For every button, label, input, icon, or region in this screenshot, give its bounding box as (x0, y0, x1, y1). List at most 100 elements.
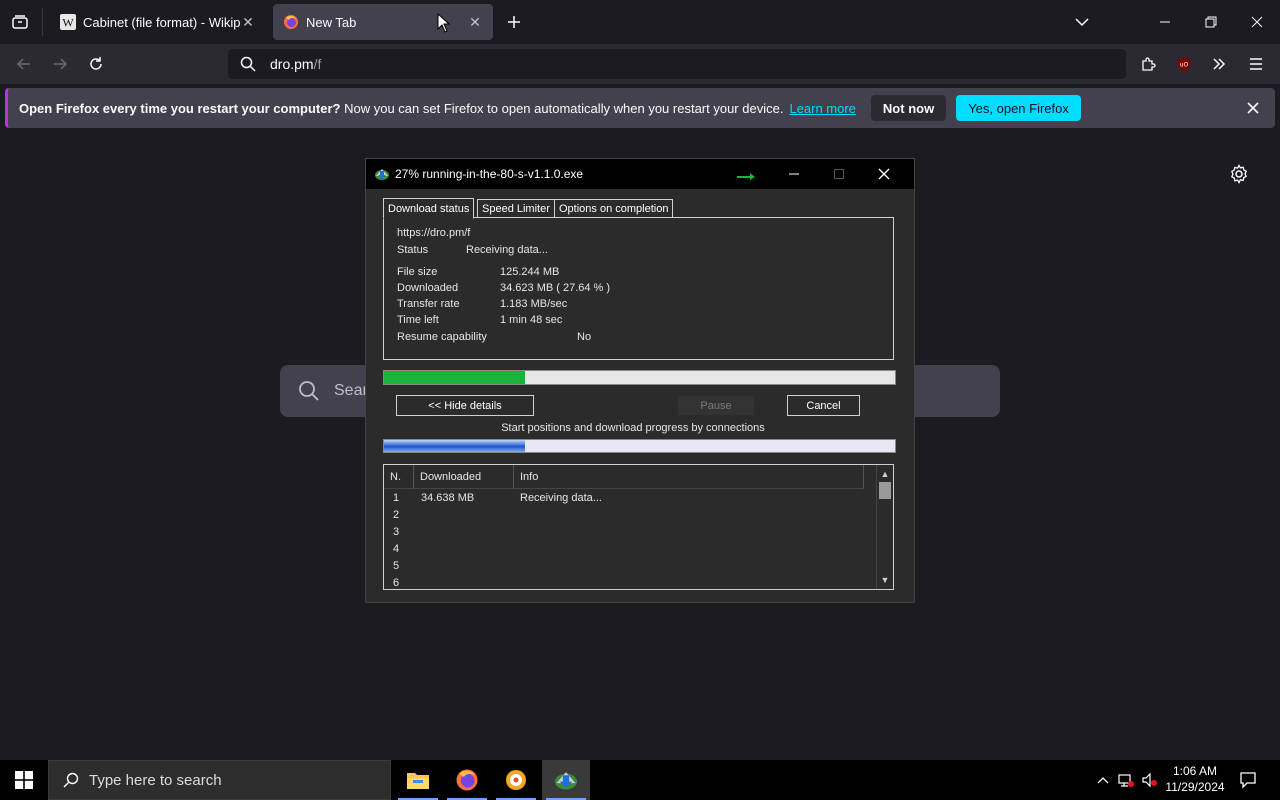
address-bar[interactable]: dro.pm/f (228, 49, 1126, 79)
network-icon (1118, 774, 1134, 787)
scroll-down-arrow-icon[interactable]: ▼ (877, 573, 893, 587)
cancel-button[interactable]: Cancel (787, 395, 860, 416)
firefox-icon (456, 769, 478, 791)
tab-list-icon (12, 15, 28, 29)
tab-wikipedia[interactable]: W Cabinet (file format) - Wikipedia ✕ (50, 4, 266, 40)
forward-button[interactable] (46, 50, 74, 78)
tab-strip: W Cabinet (file format) - Wikipedia ✕ Ne… (0, 0, 1280, 44)
connections-progress-fill (384, 440, 526, 452)
taskbar-file-explorer[interactable] (394, 760, 442, 800)
forward-arrow-icon (54, 58, 68, 70)
gear-icon[interactable] (1228, 163, 1250, 185)
tab-title: Cabinet (file format) - Wikipedia (83, 14, 240, 30)
back-arrow-icon (16, 58, 30, 70)
transfer-rate-label: Transfer rate (397, 298, 460, 310)
hamburger-menu-icon (1250, 58, 1262, 70)
system-clock[interactable]: 1:06 AM 11/29/2024 (1160, 763, 1230, 797)
minimize-dialog-button[interactable] (774, 161, 814, 187)
dialog-body: Download status Speed Limiter Options on… (366, 189, 914, 602)
action-center-button[interactable] (1236, 768, 1260, 792)
connection-number: 4 (393, 543, 400, 555)
hide-details-button[interactable]: << Hide details (396, 395, 534, 416)
application-menu-button[interactable] (1242, 50, 1270, 78)
show-hidden-icons-button[interactable] (1093, 770, 1113, 790)
back-button[interactable] (10, 50, 38, 78)
volume-button[interactable] (1140, 770, 1160, 790)
dialog-title: 27% running-in-the-80-s-v1.1.0.exe (395, 167, 584, 181)
close-notification-button[interactable] (1243, 98, 1263, 118)
windows-logo-icon (15, 771, 33, 789)
media-app-icon (506, 770, 526, 790)
table-row[interactable]: 3 (384, 524, 864, 541)
table-row[interactable]: 1 34.638 MB Receiving data... (384, 490, 864, 507)
minimize-window-button[interactable] (1149, 8, 1181, 36)
table-scrollbar[interactable]: ▲ ▼ (876, 465, 893, 589)
tab-speed-limiter[interactable]: Speed Limiter (477, 199, 555, 218)
speaker-muted-icon (1142, 772, 1157, 788)
close-icon (1247, 102, 1259, 114)
download-status-panel: https://dro.pm/f Status Receiving data..… (383, 217, 894, 360)
column-header-downloaded[interactable]: Downloaded (414, 465, 514, 489)
taskbar-search-box[interactable]: Type here to search (48, 760, 391, 800)
maximize-icon (834, 169, 844, 179)
puzzle-icon (1142, 57, 1156, 71)
connections-table: N. Downloaded Info 1 34.638 MB Receiving… (383, 464, 894, 590)
table-row[interactable]: 5 (384, 558, 864, 575)
minimize-icon (789, 173, 799, 175)
file-size-value: 125.244 MB (500, 266, 560, 278)
close-dialog-button[interactable] (864, 161, 904, 187)
learn-more-link[interactable]: Learn more (789, 101, 855, 116)
column-header-n[interactable]: N. (384, 465, 414, 489)
wikipedia-icon: W (60, 14, 76, 30)
scroll-up-arrow-icon[interactable]: ▲ (877, 467, 893, 481)
not-now-button[interactable]: Not now (870, 95, 947, 121)
download-progress-bar (383, 370, 896, 385)
close-tab-icon[interactable]: ✕ (467, 14, 483, 30)
ublock-icon: uO (1178, 57, 1190, 71)
svg-text:uO: uO (1180, 62, 1189, 69)
taskbar-idm[interactable] (542, 760, 590, 800)
notification-center-icon (1240, 772, 1256, 789)
url-text[interactable]: dro.pm/f (270, 56, 321, 72)
ublock-origin-button[interactable]: uO (1170, 50, 1198, 78)
tab-download-status[interactable]: Download status (383, 198, 475, 219)
connection-number: 1 (393, 492, 400, 504)
taskbar-media-app[interactable] (492, 760, 540, 800)
connection-number: 3 (393, 526, 400, 538)
search-icon (63, 772, 79, 788)
new-tab-button[interactable] (502, 10, 526, 34)
restore-window-button[interactable] (1195, 8, 1227, 36)
busy-arrow-icon (737, 173, 755, 180)
close-icon (1251, 16, 1263, 28)
clock-date: 11/29/2024 (1165, 780, 1225, 794)
downloaded-label: Downloaded (397, 282, 459, 294)
tab-options-on-completion[interactable]: Options on completion (554, 199, 674, 218)
tab-new-tab[interactable]: New Tab ✕ (273, 4, 493, 40)
table-row[interactable]: 6 (384, 575, 864, 589)
start-button[interactable] (0, 760, 48, 800)
download-progress-fill (384, 371, 526, 384)
status-label: Status (397, 244, 429, 256)
more-tools-button[interactable] (1205, 50, 1233, 78)
connection-downloaded: 34.638 MB (421, 492, 475, 504)
dialog-titlebar[interactable]: 27% running-in-the-80-s-v1.1.0.exe (366, 159, 914, 189)
table-row[interactable]: 2 (384, 507, 864, 524)
extensions-button[interactable] (1134, 50, 1162, 78)
close-tab-icon[interactable]: ✕ (240, 14, 256, 30)
idm-icon (375, 169, 389, 180)
network-status-button[interactable] (1116, 770, 1136, 790)
table-row[interactable]: 4 (384, 541, 864, 558)
yes-open-firefox-button[interactable]: Yes, open Firefox (956, 95, 1081, 121)
reload-button[interactable] (82, 50, 110, 78)
taskbar-firefox[interactable] (443, 760, 491, 800)
scrollbar-thumb[interactable] (879, 482, 891, 499)
transfer-rate-value: 1.183 MB/sec (500, 298, 568, 310)
connection-number: 5 (393, 560, 400, 572)
tab-list-button[interactable] (6, 8, 34, 36)
idm-icon (555, 772, 577, 790)
plus-icon (508, 16, 520, 28)
close-window-button[interactable] (1241, 8, 1273, 36)
taskbar-search-placeholder: Type here to search (89, 771, 222, 789)
column-header-info[interactable]: Info (514, 465, 864, 489)
list-all-tabs-button[interactable] (1066, 8, 1098, 36)
